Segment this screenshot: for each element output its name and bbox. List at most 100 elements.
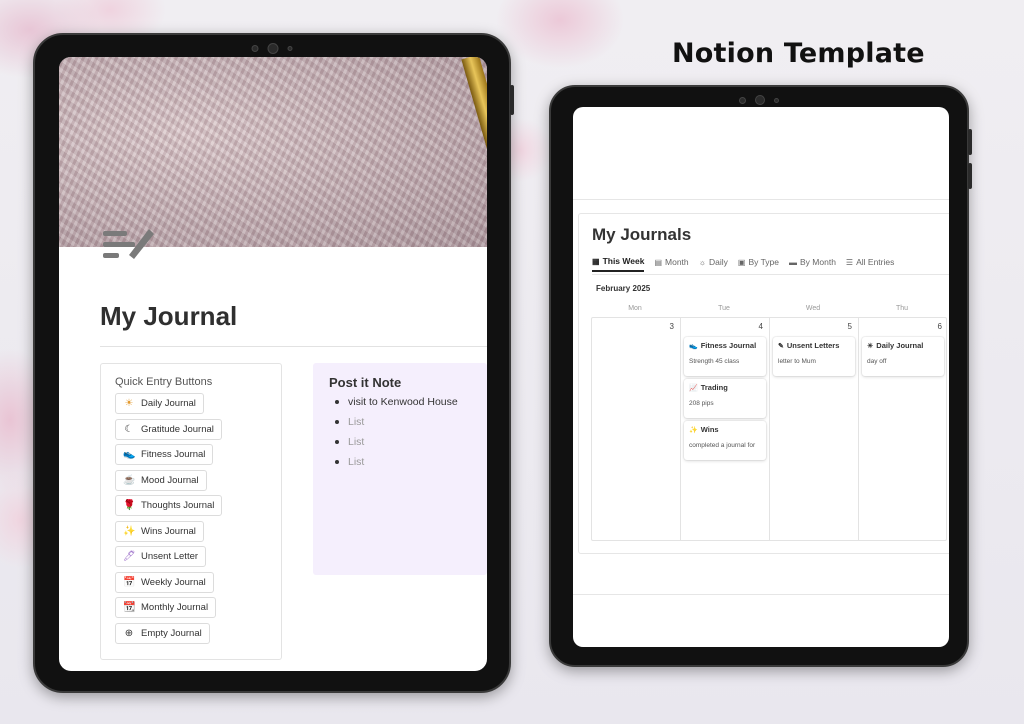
event-title-text: Trading <box>700 383 728 392</box>
thoughts-journal-button[interactable]: 🌹 Thoughts Journal <box>115 495 223 516</box>
event-card[interactable]: ☀ Daily Journal day off <box>862 337 944 376</box>
moon-icon: ☾ <box>124 423 134 435</box>
sun-icon: ☀ <box>124 398 134 409</box>
bottom-divider <box>573 594 949 595</box>
button-label: Fitness Journal <box>141 449 206 460</box>
side-button <box>968 163 972 189</box>
cover-image <box>59 57 487 252</box>
gratitude-journal-button[interactable]: ☾ Gratitude Journal <box>115 418 222 440</box>
calendar-month-icon: 📆 <box>123 602 136 613</box>
tab-label: All Entries <box>856 257 895 267</box>
weekday-header: Thu <box>895 305 909 312</box>
quick-entry-heading: Quick Entry Buttons <box>115 376 213 388</box>
sneaker-icon: 👟 <box>123 449 136 460</box>
button-label: Mood Journal <box>141 474 199 486</box>
event-card[interactable]: 👟 Fitness Journal Strength 45 class <box>684 337 766 376</box>
button-label: Monthly Journal <box>141 602 209 613</box>
bullet-icon <box>335 440 339 444</box>
divider <box>100 346 487 347</box>
camera-bar <box>739 95 779 105</box>
post-it-list: visit to Kenwood House List List List <box>329 396 471 468</box>
page-title: My Journal <box>100 301 238 331</box>
gold-pen-image <box>461 57 487 252</box>
calendar-icon: ▤ <box>654 257 663 267</box>
event-title-text: Fitness Journal <box>700 341 757 350</box>
event-detail: letter to Mum <box>778 358 816 365</box>
sneaker-icon: 👟 <box>689 342 698 350</box>
left-screen: My Journal Quick Entry Buttons ☀ Daily Jo… <box>59 57 487 671</box>
list-item-text: visit to Kenwood House <box>348 396 458 408</box>
event-title: ✎ Unsent Letters <box>778 341 850 350</box>
event-title: 👟 Fitness Journal <box>689 341 761 350</box>
left-tablet: My Journal Quick Entry Buttons ☀ Daily Jo… <box>33 33 514 693</box>
sun-icon: ☀ <box>867 342 874 350</box>
database-title: My Journals <box>592 225 692 244</box>
wins-journal-button[interactable]: ✨ Wins Journal <box>115 520 204 542</box>
banner-title: Notion Template <box>672 38 925 69</box>
event-title: 📈 Trading <box>689 383 761 392</box>
placeholder-text: List <box>348 456 365 468</box>
blank-header <box>573 107 949 200</box>
bullet-icon <box>335 460 339 464</box>
day-cell[interactable]: 3 <box>592 318 681 540</box>
quick-entry-panel: Quick Entry Buttons ☀ Daily Journal ☾ Grati… <box>100 363 282 660</box>
button-label: Unsent Letter <box>141 551 199 562</box>
tab-daily[interactable]: ☼ Daily <box>699 256 728 272</box>
bullet-icon <box>335 400 339 404</box>
weekly-journal-button[interactable]: 📅 Weekly Journal <box>115 571 214 593</box>
weekday-header: Wed <box>805 305 821 312</box>
event-title-text: Daily Journal <box>876 341 924 350</box>
tab-label: This Week <box>602 256 645 266</box>
weekday-header: Tue <box>718 305 730 312</box>
month-label: February 2025 <box>596 284 651 293</box>
empty-journal-button[interactable]: ⊕ Empty Journal <box>115 622 210 644</box>
day-number: 4 <box>758 322 763 331</box>
button-label: Gratitude Journal <box>141 423 214 435</box>
tab-all-entries[interactable]: ☰ All Entries <box>846 256 894 272</box>
event-detail: day off <box>867 358 887 365</box>
day-number: 6 <box>937 322 942 331</box>
daily-journal-button[interactable]: ☀ Daily Journal <box>115 393 204 414</box>
fitness-journal-button[interactable]: 👟 Fitness Journal <box>115 444 214 465</box>
tab-month[interactable]: ▤ Month <box>654 256 688 272</box>
post-it-title: Post it Note <box>329 375 402 390</box>
placeholder-text: List <box>348 436 365 448</box>
side-button <box>968 129 972 155</box>
list-item[interactable]: visit to Kenwood House <box>329 396 471 408</box>
tab-by-type[interactable]: ▣ By Type <box>738 256 779 272</box>
tab-label: Daily <box>708 257 728 267</box>
camera-bar <box>251 43 293 54</box>
grid-icon: ▣ <box>737 257 746 267</box>
unsent-letter-button[interactable]: 🖊 Unsent Letter <box>115 546 207 567</box>
tab-this-week[interactable]: ▦ This Week <box>592 256 645 272</box>
checklist-icon: ☰ <box>845 257 854 267</box>
event-card[interactable]: ✎ Unsent Letters letter to Mum <box>773 337 855 376</box>
view-tabs: ▦ This Week ▤ Month ☼ Daily ▣ By Type ▬ By Month ☰… <box>592 256 894 272</box>
tabs-divider <box>592 274 949 275</box>
sun-icon: ☼ <box>698 257 706 267</box>
list-placeholder[interactable]: List <box>329 416 471 428</box>
feather-pen-icon: 🖊 <box>123 551 136 562</box>
weekday-header: Mon <box>628 305 642 312</box>
button-label: Wins Journal <box>141 525 196 537</box>
right-screen: My Journals ▦ This Week ▤ Month ☼ Daily ▣ By Ty… <box>573 107 949 647</box>
coffee-cup-icon: ☕ <box>123 474 136 486</box>
button-label: Empty Journal <box>141 627 202 639</box>
button-label: Weekly Journal <box>141 576 206 588</box>
event-card[interactable]: 📈 Trading 208 pips <box>684 379 766 418</box>
list-placeholder[interactable]: List <box>329 436 471 448</box>
sparkles-icon: ✨ <box>123 525 136 537</box>
tab-label: Month <box>665 257 689 267</box>
calendar-week-grid: 3 4 5 6 👟 Fitness Journal Strength 45 class 📈 Tr… <box>591 317 947 541</box>
mood-journal-button[interactable]: ☕ Mood Journal <box>115 469 207 491</box>
page-icon-writing <box>103 225 155 265</box>
event-card[interactable]: ✨ Wins completed a journal for <box>684 421 766 460</box>
button-label: Daily Journal <box>141 398 196 409</box>
archive-icon: ▬ <box>789 257 798 267</box>
list-placeholder[interactable]: List <box>329 456 471 468</box>
button-label: Thoughts Journal <box>141 500 215 511</box>
pen-icon: ✎ <box>778 342 784 350</box>
monthly-journal-button[interactable]: 📆 Monthly Journal <box>115 597 217 618</box>
tab-by-month[interactable]: ▬ By Month <box>789 256 836 272</box>
day-number: 5 <box>847 322 852 331</box>
